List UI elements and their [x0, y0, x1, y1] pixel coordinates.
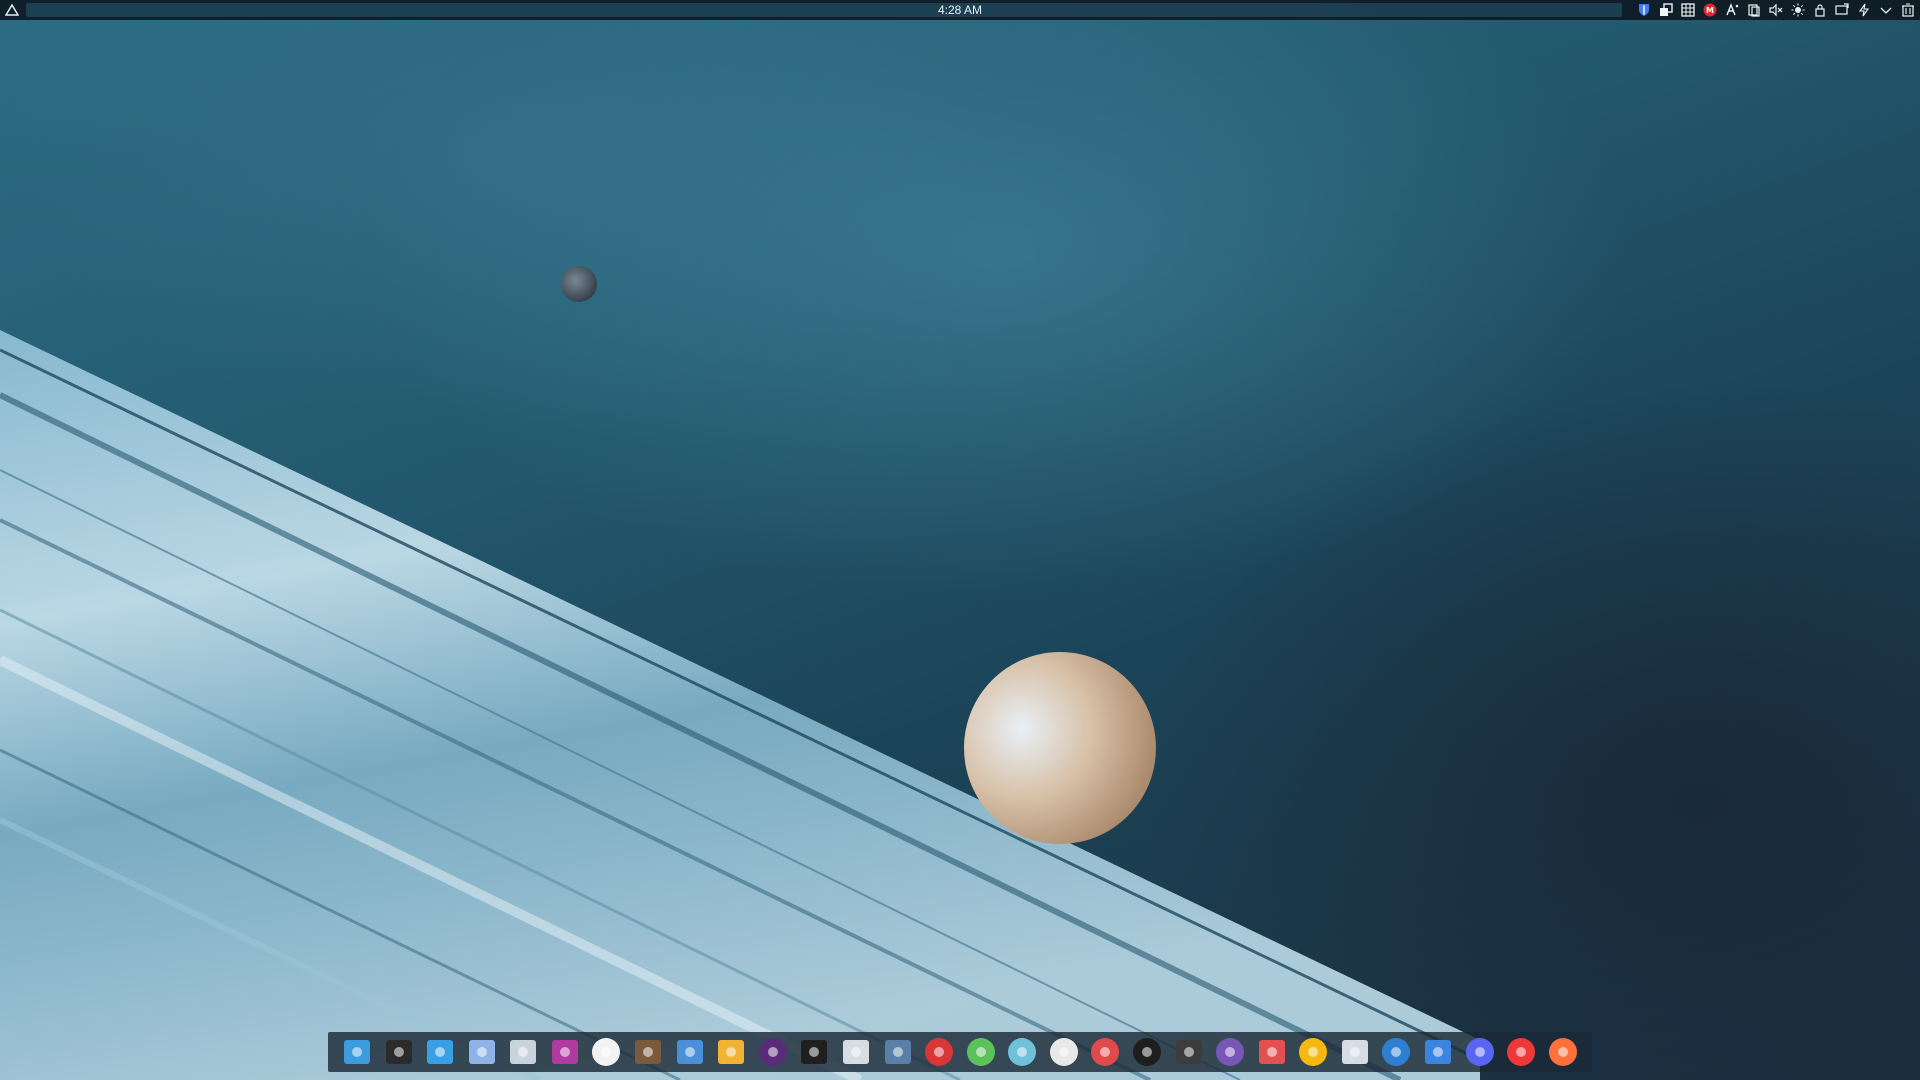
top-panel: 4:28 AM M [0, 0, 1920, 20]
dock-item[interactable] [1005, 1035, 1039, 1069]
lifeline-icon [925, 1038, 954, 1066]
terminal-icon [385, 1040, 412, 1064]
chevron-down-icon[interactable] [1877, 2, 1894, 18]
kit-icon [1258, 1040, 1285, 1064]
dock-item[interactable] [506, 1035, 540, 1069]
dock-item[interactable] [839, 1035, 873, 1069]
dock-item[interactable] [465, 1035, 499, 1069]
slides-icon [718, 1040, 745, 1064]
play-icon [1175, 1040, 1202, 1064]
dock-item[interactable] [631, 1035, 665, 1069]
text-editor-icon [427, 1040, 454, 1064]
system-monitor-icon [801, 1040, 828, 1064]
disc-burner-icon [1049, 1038, 1078, 1066]
steam-icon [1341, 1040, 1368, 1064]
dock-item[interactable] [1088, 1035, 1122, 1069]
dock-item[interactable] [589, 1035, 623, 1069]
grid-icon[interactable] [1679, 2, 1696, 18]
dock-item[interactable] [922, 1035, 956, 1069]
firefox-icon [1548, 1038, 1577, 1066]
dock-item[interactable] [1421, 1035, 1455, 1069]
dock-item[interactable] [382, 1035, 416, 1069]
display-icon[interactable] [1833, 2, 1850, 18]
dock-item[interactable] [1130, 1035, 1164, 1069]
dock-item[interactable] [1379, 1035, 1413, 1069]
gimp-icon [635, 1040, 662, 1064]
pinball-icon [1091, 1038, 1120, 1066]
dock-item[interactable] [1463, 1035, 1497, 1069]
video-editor-icon [842, 1040, 869, 1064]
dock-item[interactable] [797, 1035, 831, 1069]
clock[interactable]: 4:28 AM [910, 0, 1010, 20]
mega-icon[interactable]: M [1701, 2, 1718, 18]
podcast-icon [1216, 1038, 1245, 1066]
dock-item[interactable] [1172, 1035, 1206, 1069]
dock-item[interactable] [423, 1035, 457, 1069]
dock-item[interactable] [1296, 1035, 1330, 1069]
music-player-icon [1008, 1038, 1037, 1066]
bitwarden-icon[interactable] [1635, 2, 1652, 18]
screen-icon [884, 1040, 911, 1064]
desktop: 4:28 AM M [0, 0, 1920, 1080]
dock-item[interactable] [756, 1035, 790, 1069]
dock-item[interactable] [1047, 1035, 1081, 1069]
power-icon[interactable] [1855, 2, 1872, 18]
dock-item[interactable] [548, 1035, 582, 1069]
dock-item[interactable] [1504, 1035, 1538, 1069]
trash-icon[interactable] [1899, 2, 1916, 18]
file-manager-icon [344, 1040, 370, 1064]
svg-text:M: M [1706, 6, 1714, 15]
rewards-icon [1299, 1038, 1328, 1066]
dock-item[interactable] [340, 1035, 374, 1069]
document-viewer-icon [468, 1040, 495, 1064]
qbittorrent-icon [1382, 1038, 1411, 1066]
dock-item[interactable] [1546, 1035, 1580, 1069]
inkscape-icon [592, 1038, 621, 1066]
kde-launcher-icon [5, 4, 19, 16]
dock [328, 1032, 1592, 1072]
dock-item[interactable] [881, 1035, 915, 1069]
small-moon [561, 266, 597, 302]
system-tray: M [1635, 0, 1916, 20]
copy-icon[interactable] [1745, 2, 1762, 18]
downloader-icon [1425, 1040, 1452, 1064]
amazon-icon [1132, 1038, 1161, 1066]
wallpaper [0, 266, 1481, 1080]
application-launcher[interactable] [0, 0, 24, 20]
vivaldi-icon [1507, 1038, 1536, 1066]
dock-item[interactable] [714, 1035, 748, 1069]
dock-item[interactable] [964, 1035, 998, 1069]
brightness-icon[interactable] [1789, 2, 1806, 18]
vector-tool-icon [966, 1038, 995, 1066]
clipboard-icon[interactable] [1657, 2, 1674, 18]
media-player-icon [758, 1038, 787, 1066]
dock-item[interactable] [1338, 1035, 1372, 1069]
grid-app-icon [676, 1040, 703, 1064]
large-moon [964, 652, 1156, 844]
volume-muted-icon[interactable] [1767, 2, 1784, 18]
dock-item[interactable] [673, 1035, 707, 1069]
color-picker-icon [551, 1040, 578, 1064]
dock-item[interactable] [1255, 1035, 1289, 1069]
input-method-icon[interactable] [1723, 2, 1740, 18]
dock-item[interactable] [1213, 1035, 1247, 1069]
discord-icon [1465, 1038, 1494, 1066]
task-manager[interactable] [26, 3, 1622, 17]
lock-icon[interactable] [1811, 2, 1828, 18]
disk-usage-icon [510, 1040, 537, 1064]
